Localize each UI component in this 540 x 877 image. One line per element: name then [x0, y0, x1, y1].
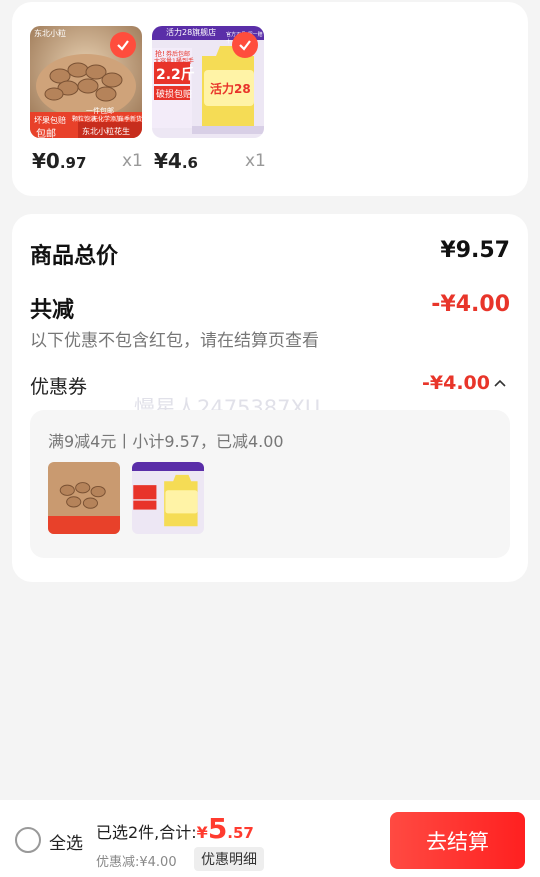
peanut-image-tag1: 东北小粒 [34, 29, 66, 38]
checkout-bar: 全选 已选2件,合计: ¥ 5 .57 优惠减:¥4.00 优惠明细 去结算 [0, 800, 540, 877]
price-symbol: ¥ [32, 149, 46, 173]
discount-label: 共减 [30, 298, 75, 323]
price-decimal: .6 [181, 154, 198, 172]
peanut-image-badge: 包邮 [36, 129, 56, 138]
detergent-image-promo2: 破损包赔 [156, 90, 193, 100]
selected-count-text: 已选2件,合计: [96, 823, 197, 842]
peanut-image-mid3: 当季新货 [118, 116, 142, 123]
peanut-image-caption: 东北小粒花生 [82, 127, 130, 136]
peanut-price: ¥0.97 [32, 149, 86, 173]
total-integer: 5 [207, 812, 228, 845]
coupon-label: 优惠券 [30, 376, 88, 398]
total-symbol: ¥ [196, 823, 208, 842]
select-all-checkbox[interactable] [15, 827, 41, 853]
discount-detail-button[interactable]: 优惠明细 [194, 847, 264, 871]
price-decimal: .97 [59, 154, 87, 172]
peanut-thumb-graphic [48, 462, 120, 534]
coupon-item-detergent-thumb [132, 462, 204, 534]
detergent-product-image[interactable]: 活力28旗舰店 官方正品 假一赔十 抢! 券后包邮 大容量1桶到手 2.2斤 破… [152, 26, 264, 138]
coupon-detail-box: 满9减4元丨小计9.57，已减4.00 [30, 410, 510, 558]
price-integer: 0 [45, 149, 60, 173]
detergent-image-logo: 活力28 [210, 82, 251, 96]
cart-items-card: 东北小粒 一件包邮 坏果包赔 包邮 颗粒饱满 无化学添加 当季新货 东北小粒花生… [12, 2, 528, 196]
coupon-toggle[interactable]: -¥4.00 [422, 372, 506, 394]
coupon-detail-text: 满9减4元丨小计9.57，已减4.00 [48, 432, 284, 451]
check-icon [239, 40, 251, 51]
detergent-image-brand: 活力28旗舰店 [166, 28, 217, 37]
item-selected-check[interactable] [232, 32, 258, 58]
price-summary-card: 商品总价 ¥9.57 共减 -¥4.00 以下优惠不包含红包，请在结算页查看 优… [12, 214, 528, 582]
peanut-product-image[interactable]: 东北小粒 一件包邮 坏果包赔 包邮 颗粒饱满 无化学添加 当季新货 东北小粒花生 [30, 26, 142, 138]
discount-summary: 优惠减:¥4.00 [96, 855, 177, 870]
coupon-item-peanut-thumb [48, 462, 120, 534]
detergent-quantity: x1 [245, 151, 266, 171]
item-selected-check[interactable] [110, 32, 136, 58]
total-price-label: 商品总价 [30, 244, 119, 269]
select-all-label[interactable]: 全选 [49, 829, 83, 854]
total-decimal: .57 [227, 824, 254, 842]
checkout-button[interactable]: 去结算 [390, 812, 525, 869]
detergent-image-big-num: 2.2斤 [156, 67, 195, 83]
check-icon [117, 40, 129, 51]
peanut-quantity: x1 [122, 151, 143, 171]
discount-note: 以下优惠不包含红包，请在结算页查看 [30, 331, 319, 351]
discount-value: -¥4.00 [431, 292, 510, 317]
detergent-price: ¥4.6 [154, 149, 198, 173]
total-price-value: ¥9.57 [440, 238, 510, 263]
detergent-thumb-graphic [132, 462, 204, 534]
chevron-up-icon [494, 379, 506, 387]
coupon-value: -¥4.00 [422, 372, 490, 394]
price-integer: 4 [167, 149, 182, 173]
price-symbol: ¥ [154, 149, 168, 173]
selected-total: 已选2件,合计: ¥ 5 .57 [96, 812, 254, 845]
